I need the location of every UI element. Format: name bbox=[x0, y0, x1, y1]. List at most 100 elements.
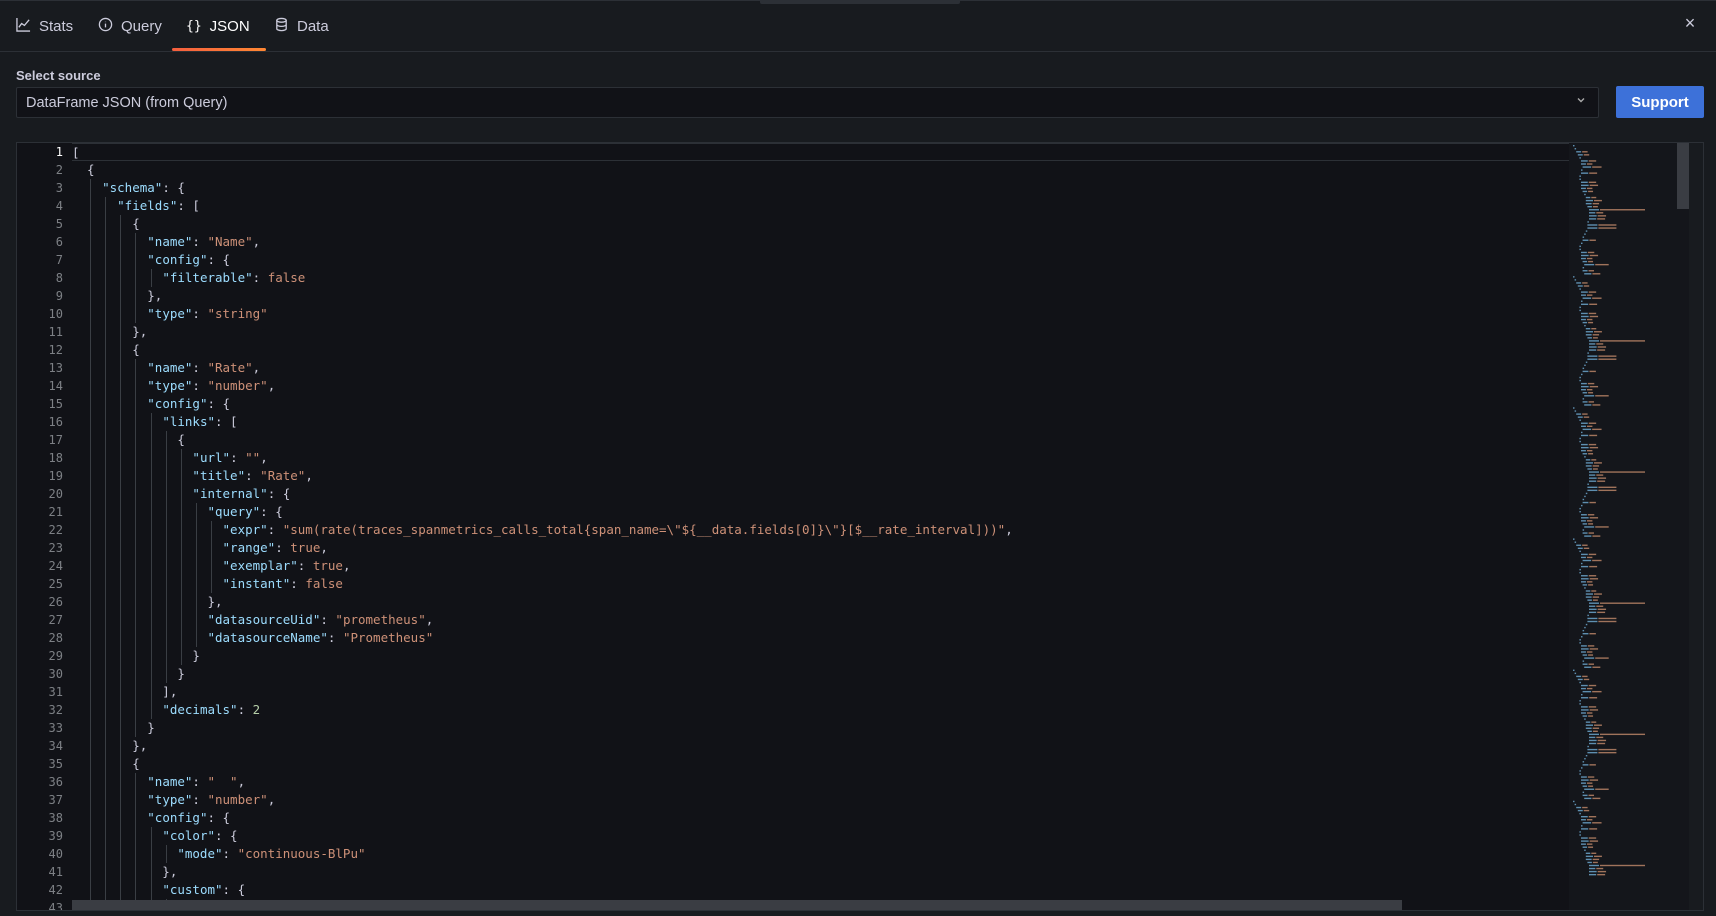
line-number: 7 bbox=[55, 253, 63, 267]
minimap-line bbox=[1587, 468, 1592, 470]
select-source-label: Select source bbox=[16, 68, 101, 83]
code-line: "type": "number", bbox=[72, 377, 1572, 395]
minimap-line bbox=[1587, 352, 1589, 354]
minimap-line bbox=[1582, 663, 1588, 665]
minimap-line bbox=[1589, 611, 1597, 614]
minimap-viewport-slider[interactable] bbox=[1677, 143, 1689, 209]
minimap-line bbox=[1582, 236, 1585, 238]
source-select[interactable]: DataFrame JSON (from Query) bbox=[16, 87, 1599, 118]
minimap-line bbox=[1589, 239, 1596, 241]
close-icon[interactable]: × bbox=[1680, 13, 1700, 33]
minimap-line bbox=[1582, 529, 1585, 531]
minimap-line bbox=[1581, 776, 1587, 778]
minimap-line bbox=[1581, 294, 1586, 296]
line-number: 17 bbox=[48, 433, 63, 447]
minimap-line bbox=[1594, 724, 1602, 726]
minimap-line bbox=[1573, 669, 1575, 671]
minimap-line bbox=[1584, 395, 1595, 397]
minimap-line bbox=[1582, 675, 1588, 678]
minimap-line bbox=[1586, 257, 1593, 260]
minimap-line bbox=[1582, 559, 1592, 562]
minimap-line bbox=[1584, 666, 1592, 668]
tab-data[interactable]: Data bbox=[274, 1, 329, 51]
code-line: } bbox=[72, 719, 155, 737]
minimap-line bbox=[1581, 251, 1587, 254]
minimap-line bbox=[1589, 209, 1599, 211]
minimap-line bbox=[1594, 199, 1602, 202]
minimap-line bbox=[1597, 742, 1606, 745]
minimap-line bbox=[1576, 413, 1582, 415]
json-code-editor[interactable]: 1 2 3 4 5 6 7 8 9 10 11 12 13 14 15 16 17 18 19 20 21 22 23 24 2… bbox=[16, 142, 1704, 911]
minimap-line bbox=[1579, 309, 1581, 312]
minimap-line bbox=[1584, 456, 1586, 458]
minimap-line bbox=[1589, 477, 1597, 479]
tab-query[interactable]: Query bbox=[98, 1, 162, 51]
line-number: 37 bbox=[48, 793, 63, 807]
minimap-line bbox=[1581, 446, 1589, 449]
minimap-line bbox=[1574, 803, 1577, 806]
line-number: 24 bbox=[48, 559, 63, 573]
minimap-line bbox=[1579, 248, 1581, 251]
minimap-line bbox=[1588, 401, 1594, 403]
minimap-line bbox=[1581, 779, 1589, 781]
minimap-line bbox=[1591, 852, 1597, 854]
minimap-line bbox=[1577, 416, 1583, 418]
minimap-line bbox=[1579, 379, 1581, 382]
tab-label: Stats bbox=[39, 17, 74, 35]
minimap-line bbox=[1579, 437, 1581, 440]
minimap-line bbox=[1585, 590, 1591, 592]
minimap-line bbox=[1582, 791, 1585, 793]
minimap-line bbox=[1586, 651, 1593, 653]
code-line: "config": { bbox=[72, 395, 1572, 413]
line-number: 9 bbox=[55, 289, 63, 303]
editor-minimap[interactable] bbox=[1569, 143, 1689, 910]
minimap-line bbox=[1588, 684, 1597, 687]
minimap-line bbox=[1581, 687, 1586, 690]
minimap-line bbox=[1588, 392, 1594, 394]
brackets-icon: {} bbox=[186, 18, 202, 34]
minimap-line bbox=[1597, 873, 1606, 876]
minimap-line bbox=[1588, 190, 1594, 193]
minimap-line bbox=[1591, 459, 1597, 461]
minimap-line bbox=[1585, 593, 1593, 595]
minimap-line bbox=[1597, 215, 1607, 217]
minimap-line bbox=[1576, 544, 1582, 546]
minimap-line bbox=[1582, 761, 1585, 763]
minimap-line bbox=[1581, 706, 1588, 708]
minimap-line bbox=[1589, 733, 1599, 736]
minimap-line bbox=[1583, 678, 1590, 681]
minimap-line bbox=[1581, 257, 1586, 260]
minimap-line bbox=[1577, 678, 1583, 681]
minimap-line bbox=[1582, 370, 1589, 373]
minimap-line bbox=[1582, 633, 1589, 635]
support-button[interactable]: Support bbox=[1616, 86, 1704, 118]
minimap-line bbox=[1582, 166, 1592, 168]
code-line: "exemplar": true, bbox=[72, 557, 1572, 575]
minimap-line bbox=[1595, 657, 1609, 659]
chart-line-icon bbox=[16, 17, 31, 36]
line-number: 21 bbox=[48, 505, 63, 519]
horizontal-scrollbar[interactable] bbox=[72, 900, 1402, 910]
code-line: "instant": false bbox=[72, 575, 1572, 593]
minimap-line bbox=[1592, 797, 1601, 800]
minimap-line bbox=[1591, 196, 1597, 199]
minimap-line bbox=[1582, 151, 1588, 153]
minimap-line bbox=[1582, 660, 1585, 662]
minimap-line bbox=[1589, 873, 1597, 876]
minimap-line bbox=[1588, 553, 1597, 556]
minimap-line bbox=[1582, 584, 1588, 586]
minimap-line bbox=[1585, 852, 1591, 854]
vertical-scrollbar[interactable] bbox=[1689, 143, 1703, 910]
line-number: 38 bbox=[48, 811, 63, 825]
minimap-line bbox=[1588, 794, 1594, 797]
tab-json[interactable]: {} JSON bbox=[172, 1, 266, 51]
tab-stats[interactable]: Stats bbox=[16, 1, 73, 51]
minimap-line bbox=[1595, 263, 1609, 266]
line-number: 5 bbox=[55, 217, 63, 231]
minimap-line bbox=[1581, 187, 1586, 190]
minimap-line bbox=[1587, 355, 1598, 357]
minimap-line bbox=[1587, 645, 1595, 647]
minimap-line bbox=[1588, 181, 1597, 183]
minimap-line bbox=[1595, 395, 1609, 397]
code-content[interactable]: [ { "schema": { "fields": [ { "name": "N… bbox=[72, 143, 1632, 910]
